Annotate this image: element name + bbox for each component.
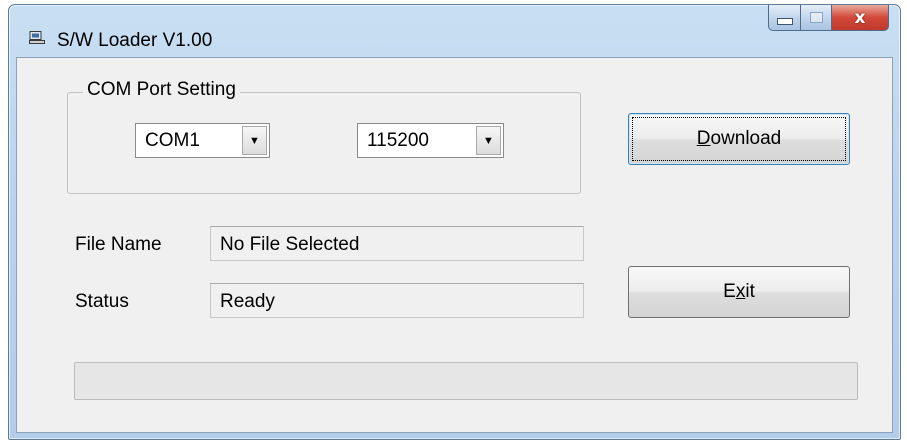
computer-icon <box>29 31 45 45</box>
status-label: Status <box>75 291 129 312</box>
chevron-down-icon[interactable]: ▼ <box>476 126 501 155</box>
minimize-button[interactable] <box>768 5 801 31</box>
maximize-icon <box>809 12 823 23</box>
focus-ring <box>632 117 846 161</box>
minimize-icon <box>776 18 793 25</box>
baud-rate-select[interactable]: 115200 ▼ <box>357 123 504 158</box>
exit-button[interactable]: Exit <box>628 266 850 318</box>
maximize-button[interactable] <box>801 5 832 31</box>
dropdown-glyph: ▼ <box>249 134 260 147</box>
exit-button-label: Exit <box>723 281 755 302</box>
status-field: Ready <box>210 283 584 318</box>
status-value: Ready <box>220 291 275 312</box>
chevron-down-icon[interactable]: ▼ <box>242 126 267 155</box>
download-button[interactable]: Download <box>628 113 850 165</box>
baud-rate-value: 115200 <box>367 130 429 151</box>
title-bar[interactable]: S/W Loader V1.00 x <box>9 5 900 57</box>
close-icon: x <box>854 7 866 28</box>
close-button[interactable]: x <box>832 5 889 31</box>
app-window: S/W Loader V1.00 x COM Port Setting COM1… <box>8 4 901 440</box>
file-name-field: No File Selected <box>210 226 584 261</box>
com-port-value: COM1 <box>145 130 200 151</box>
file-name-label: File Name <box>75 234 162 255</box>
window-title: S/W Loader V1.00 <box>57 30 213 51</box>
com-port-group-label: COM Port Setting <box>83 79 240 101</box>
com-port-select[interactable]: COM1 ▼ <box>135 123 270 158</box>
file-name-value: No File Selected <box>220 234 360 255</box>
com-port-group: COM Port Setting COM1 ▼ 115200 ▼ <box>67 79 581 194</box>
caption-buttons: x <box>768 5 889 32</box>
dropdown-glyph: ▼ <box>483 134 494 147</box>
client-area: COM Port Setting COM1 ▼ 115200 ▼ Downloa… <box>16 57 893 433</box>
progress-bar <box>74 362 858 400</box>
